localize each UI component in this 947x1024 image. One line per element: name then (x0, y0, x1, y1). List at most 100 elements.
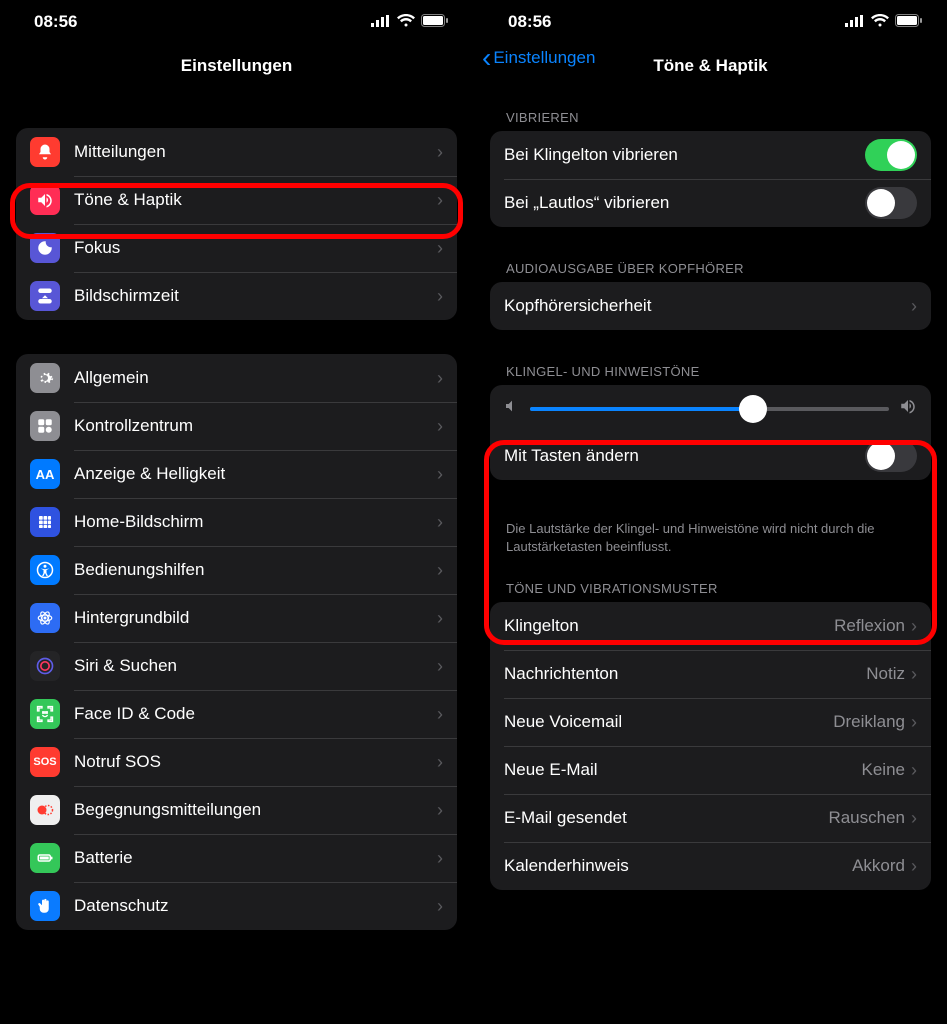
settings-row-notifications[interactable]: Mitteilungen › (16, 128, 457, 176)
faceid-icon (30, 699, 60, 729)
settings-row-siri[interactable]: Siri & Suchen › (16, 642, 457, 690)
settings-group-2: Allgemein › Kontrollzentrum › AA Anzeige… (16, 354, 457, 930)
chevron-right-icon: › (911, 296, 917, 317)
chevron-right-icon: › (437, 142, 443, 163)
chevron-right-icon: › (437, 512, 443, 533)
wifi-icon (871, 12, 889, 32)
settings-row-screentime[interactable]: Bildschirmzeit › (16, 272, 457, 320)
signal-icon (371, 12, 391, 32)
row-label: Töne & Haptik (74, 190, 437, 210)
toggle-vibrate-on-silent[interactable] (865, 187, 917, 219)
row-label: Home-Bildschirm (74, 512, 437, 532)
nav-back-button[interactable]: ‹ Einstellungen (482, 44, 595, 72)
settings-row-wallpaper[interactable]: Hintergrundbild › (16, 594, 457, 642)
chevron-right-icon: › (437, 752, 443, 773)
notifications-icon (30, 137, 60, 167)
row-label: Fokus (74, 238, 437, 258)
row-label: Nachrichtenton (504, 664, 866, 684)
siri-icon (30, 651, 60, 681)
row-label: Kalenderhinweis (504, 856, 852, 876)
chevron-right-icon: › (437, 608, 443, 629)
chevron-right-icon: › (437, 704, 443, 725)
chevron-right-icon: › (911, 664, 917, 685)
chevron-right-icon: › (437, 800, 443, 821)
row-ringtone[interactable]: Klingelton Reflexion › (490, 602, 931, 650)
chevron-right-icon: › (911, 712, 917, 733)
settings-row-general[interactable]: Allgemein › (16, 354, 457, 402)
ringer-group: Mit Tasten ändern (490, 385, 931, 480)
nav-bar: ‹ Einstellungen Töne & Haptik (474, 44, 947, 88)
row-label: Bei „Lautlos“ vibrieren (504, 193, 865, 213)
row-label: Anzeige & Helligkeit (74, 464, 437, 484)
section-header-ringer: KLINGEL- UND HINWEISTÖNE (490, 364, 931, 385)
screentime-icon (30, 281, 60, 311)
settings-row-controlcenter[interactable]: Kontrollzentrum › (16, 402, 457, 450)
settings-row-focus[interactable]: Fokus › (16, 224, 457, 272)
row-label: Bei Klingelton vibrieren (504, 145, 865, 165)
chevron-right-icon: › (437, 190, 443, 211)
chevron-right-icon: › (437, 416, 443, 437)
privacy-icon (30, 891, 60, 921)
controlcenter-icon (30, 411, 60, 441)
sounds-group: Klingelton Reflexion › Nachrichtenton No… (490, 602, 931, 890)
row-label: Hintergrundbild (74, 608, 437, 628)
row-label: Batterie (74, 848, 437, 868)
row-label: Kopfhörersicherheit (504, 296, 911, 316)
settings-row-exposure[interactable]: Begegnungsmitteilungen › (16, 786, 457, 834)
section-header-sounds: TÖNE UND VIBRATIONSMUSTER (490, 581, 931, 602)
row-text-tone[interactable]: Nachrichtenton Notiz › (490, 650, 931, 698)
section-header-headphone: AUDIOAUSGABE ÜBER KOPFHÖRER (490, 261, 931, 282)
row-sent-mail[interactable]: E-Mail gesendet Rauschen › (490, 794, 931, 842)
settings-row-sos[interactable]: SOS Notruf SOS › (16, 738, 457, 786)
row-vibrate-on-silent[interactable]: Bei „Lautlos“ vibrieren (490, 179, 931, 227)
row-label: E-Mail gesendet (504, 808, 828, 828)
settings-row-sounds[interactable]: Töne & Haptik › (16, 176, 457, 224)
chevron-right-icon: › (437, 656, 443, 677)
settings-row-faceid[interactable]: Face ID & Code › (16, 690, 457, 738)
status-icons (845, 12, 923, 32)
signal-icon (845, 12, 865, 32)
settings-row-battery[interactable]: Batterie › (16, 834, 457, 882)
row-voicemail[interactable]: Neue Voicemail Dreiklang › (490, 698, 931, 746)
row-value: Akkord (852, 856, 905, 876)
row-value: Keine (862, 760, 905, 780)
chevron-right-icon: › (437, 896, 443, 917)
page-title: Einstellungen (0, 56, 473, 76)
status-icons (371, 12, 449, 32)
row-label: Allgemein (74, 368, 437, 388)
settings-row-display[interactable]: AA Anzeige & Helligkeit › (16, 450, 457, 498)
battery-icon (30, 843, 60, 873)
volume-high-icon (899, 397, 917, 420)
vibrate-group: Bei Klingelton vibrieren Bei „Lautlos“ v… (490, 131, 931, 227)
row-label: Bedienungshilfen (74, 560, 437, 580)
row-label: Face ID & Code (74, 704, 437, 724)
status-bar: 08:56 (0, 0, 473, 44)
chevron-right-icon: › (437, 286, 443, 307)
volume-slider[interactable] (530, 407, 889, 411)
chevron-right-icon: › (911, 616, 917, 637)
focus-icon (30, 233, 60, 263)
section-header-vibrate: VIBRIEREN (490, 110, 931, 131)
settings-row-accessibility[interactable]: Bedienungshilfen › (16, 546, 457, 594)
row-vibrate-on-ring[interactable]: Bei Klingelton vibrieren (490, 131, 931, 179)
battery-icon (895, 12, 923, 32)
chevron-right-icon: › (911, 856, 917, 877)
row-label: Kontrollzentrum (74, 416, 437, 436)
row-calendar-alert[interactable]: Kalenderhinweis Akkord › (490, 842, 931, 890)
settings-row-privacy[interactable]: Datenschutz › (16, 882, 457, 930)
exposure-icon (30, 795, 60, 825)
toggle-change-with-buttons[interactable] (865, 440, 917, 472)
row-new-mail[interactable]: Neue E-Mail Keine › (490, 746, 931, 794)
chevron-right-icon: › (911, 808, 917, 829)
row-headphone-safety[interactable]: Kopfhörersicherheit › (490, 282, 931, 330)
status-bar: 08:56 (474, 0, 947, 44)
row-change-with-buttons[interactable]: Mit Tasten ändern (490, 432, 931, 480)
settings-row-homescreen[interactable]: Home-Bildschirm › (16, 498, 457, 546)
status-time: 08:56 (508, 12, 551, 32)
row-volume-slider[interactable] (490, 385, 931, 432)
toggle-vibrate-on-ring[interactable] (865, 139, 917, 171)
row-label: Notruf SOS (74, 752, 437, 772)
row-label: Datenschutz (74, 896, 437, 916)
row-value: Rauschen (828, 808, 905, 828)
chevron-right-icon: › (437, 368, 443, 389)
